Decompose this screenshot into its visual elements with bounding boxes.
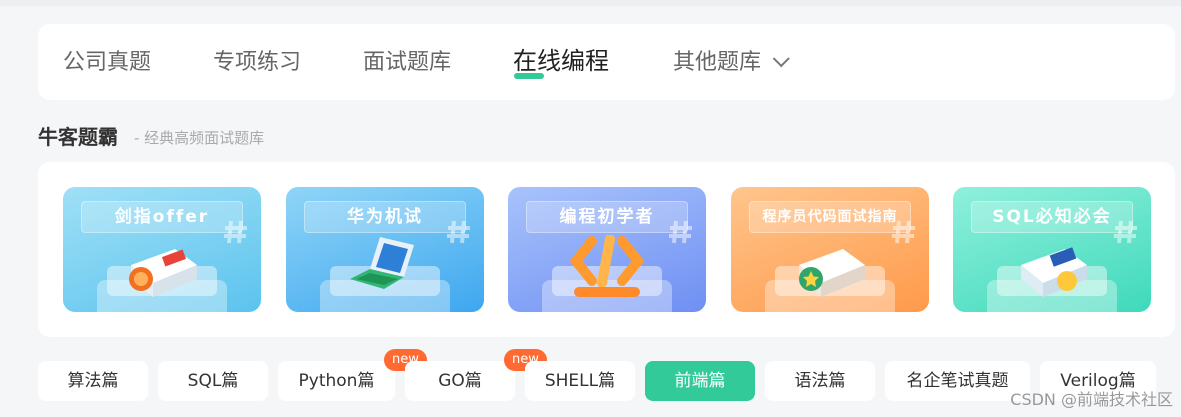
hash-icon	[447, 220, 470, 244]
banner-sql-must-know[interactable]: SQL必知必会	[953, 187, 1151, 312]
tab-other-banks[interactable]: 其他题库	[673, 49, 790, 77]
section-title: 牛客题霸	[38, 125, 118, 149]
banner-huawei-test[interactable]: 华为机试	[286, 187, 484, 312]
book-star-icon	[799, 249, 865, 297]
tab-interview-bank[interactable]: 面试题库	[363, 49, 451, 77]
category-go[interactable]: GO篇	[405, 361, 515, 401]
banner-label: 剑指offer	[81, 201, 243, 233]
tab-online-coding[interactable]: 在线编程	[513, 47, 609, 75]
banner-label: 编程初学者	[526, 201, 688, 233]
banner-coding-beginner[interactable]: 编程初学者	[508, 187, 706, 312]
category-sql[interactable]: SQL篇	[158, 361, 268, 401]
section-subtitle: - 经典高频面试题库	[134, 129, 265, 147]
code-brackets-icon	[569, 235, 645, 297]
category-shell[interactable]: SHELL篇	[525, 361, 635, 401]
chevron-down-icon	[772, 50, 790, 68]
sql-book-icon	[1021, 247, 1087, 297]
banner-coder-interview-guide[interactable]: 程序员代码面试指南	[731, 187, 929, 312]
hash-icon	[892, 220, 915, 244]
category-python[interactable]: Python篇	[278, 361, 395, 401]
category-syntax[interactable]: 语法篇	[765, 361, 875, 401]
banner-label: SQL必知必会	[971, 201, 1133, 233]
tab-bar: 公司真题 专项练习 面试题库 在线编程 其他题库	[38, 24, 1175, 100]
category-algorithm[interactable]: 算法篇	[38, 361, 148, 401]
hash-icon	[1114, 220, 1137, 244]
laptop-icon	[350, 237, 414, 289]
top-strip	[0, 0, 1181, 6]
tab-company-questions[interactable]: 公司真题	[63, 49, 151, 77]
category-frontend[interactable]: 前端篇	[645, 361, 755, 401]
tab-special-practice[interactable]: 专项练习	[213, 49, 301, 77]
tab-other-banks-label: 其他题库	[673, 50, 762, 75]
active-tab-indicator	[514, 73, 544, 79]
hash-icon	[224, 220, 247, 244]
banner-jianzhi-offer[interactable]: 剑指offer	[63, 187, 261, 312]
watermark: CSDN @前端技术社区	[1010, 390, 1173, 409]
banner-panel: 剑指offer 华为机试 编程初学者 程序员代码面试指南 SQL必知必会	[38, 162, 1175, 337]
book-icon	[129, 249, 197, 297]
banner-label: 华为机试	[304, 201, 466, 233]
hash-icon	[669, 220, 692, 244]
banner-label: 程序员代码面试指南	[749, 201, 911, 233]
category-company-written-tests[interactable]: 名企笔试真题	[885, 361, 1030, 401]
